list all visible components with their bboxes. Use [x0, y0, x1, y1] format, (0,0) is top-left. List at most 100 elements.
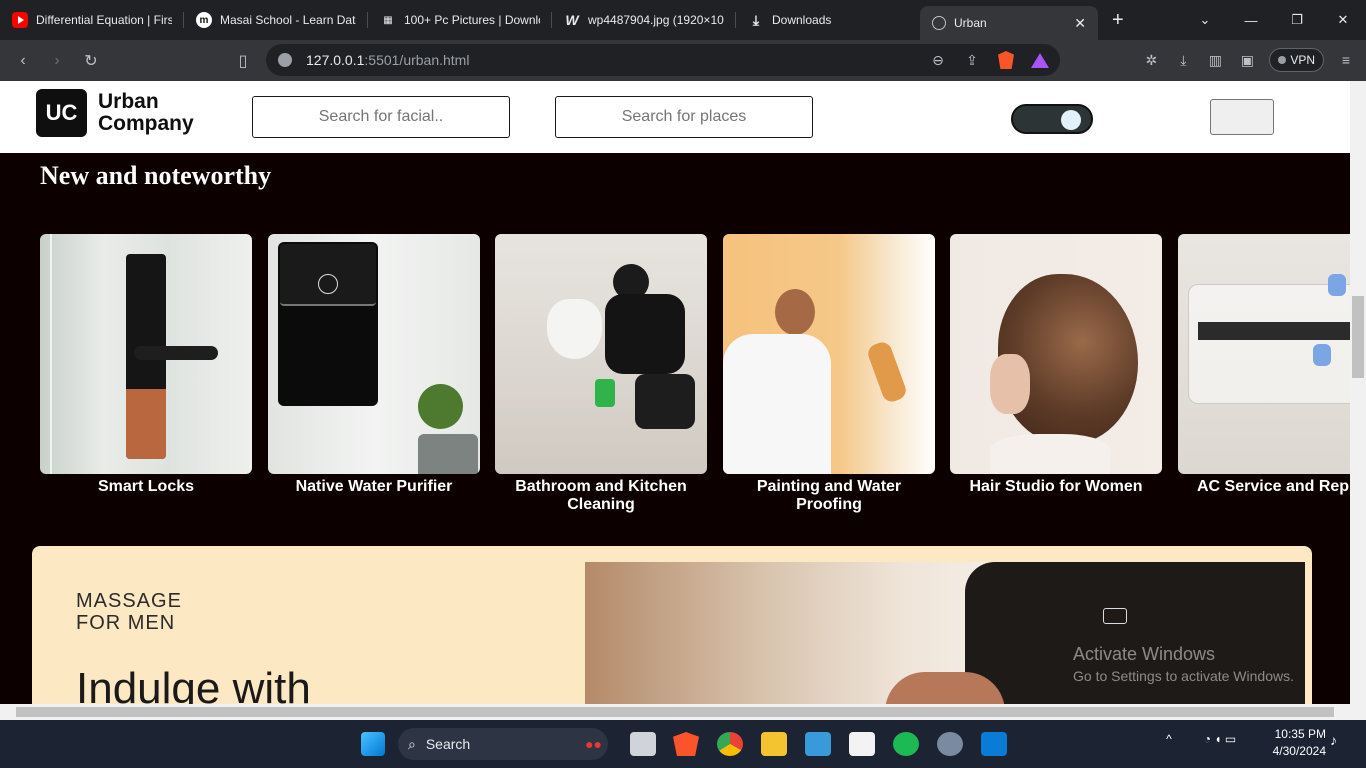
- clock-date: 4/30/2024: [1272, 744, 1326, 758]
- chrome-icon[interactable]: [717, 732, 743, 756]
- uc-logo-text[interactable]: Urban Company: [98, 91, 194, 135]
- tab-title: Differential Equation | First: [36, 13, 172, 27]
- page-viewport: UC Urban Company New and noteworthy Smar…: [0, 81, 1350, 704]
- clock-time: 10:35 PM: [1274, 727, 1326, 741]
- tab-wallpaper-jpg[interactable]: W wp4487904.jpg (1920×108: [552, 0, 736, 40]
- taskbar-search[interactable]: ⌕ Search ●●: [398, 728, 608, 760]
- horizontal-scrollbar[interactable]: [0, 704, 1366, 720]
- minimize-button[interactable]: —: [1228, 0, 1274, 40]
- browser-toolbar: ‹ › ↻ ▯ 127.0.0.1:5501/urban.html ⊖ ⇪ ✲ …: [0, 40, 1366, 81]
- windows-taskbar: ⌕ Search ●● ^ ◔ ◖ ▭ 10:35 PM 4/30/2024 ♪: [0, 720, 1366, 768]
- theme-toggle[interactable]: [1011, 104, 1093, 134]
- restore-button[interactable]: ❐: [1274, 0, 1320, 40]
- spotify-icon[interactable]: [893, 732, 919, 756]
- toggle-knob: [1061, 110, 1081, 130]
- hair-studio-image: [950, 234, 1162, 474]
- downloads-icon[interactable]: ⤓: [1173, 50, 1193, 70]
- strawberry-icon: ●●: [585, 736, 602, 752]
- desktop-icon[interactable]: [805, 732, 831, 756]
- brave-shields-icon[interactable]: [996, 50, 1016, 70]
- card-painting-water-proofing[interactable]: Painting and Water Proofing: [723, 234, 935, 514]
- settings-gear-icon[interactable]: [937, 732, 963, 756]
- url-path: :5501/urban.html: [364, 52, 470, 68]
- pictures-icon: ▦: [383, 14, 393, 26]
- card-label: Hair Studio for Women: [969, 478, 1143, 495]
- uc-logo-mark[interactable]: UC: [36, 89, 87, 137]
- url-host: 127.0.0.1: [306, 52, 365, 68]
- share-icon[interactable]: ⇪: [962, 50, 982, 70]
- site-header: UC Urban Company: [0, 81, 1350, 153]
- logo-line-1: Urban: [98, 90, 159, 113]
- tab-title: Downloads: [772, 13, 832, 27]
- vertical-scroll-thumb[interactable]: [1352, 296, 1364, 378]
- painting-image: [723, 234, 935, 474]
- clock[interactable]: 10:35 PM 4/30/2024: [1273, 726, 1326, 760]
- vpn-button[interactable]: VPN: [1269, 48, 1324, 72]
- smart-lock-image: [40, 234, 252, 474]
- ac-service-image: [1178, 234, 1350, 474]
- place-search-input[interactable]: [555, 96, 813, 138]
- tab-search-chevron-icon[interactable]: ⌄: [1182, 0, 1228, 40]
- water-purifier-image: [268, 234, 480, 474]
- extensions-icon[interactable]: ✲: [1141, 50, 1161, 70]
- watermark-line-2: Go to Settings to activate Windows.: [1073, 668, 1294, 684]
- card-label: Painting and Water Proofing: [756, 478, 902, 513]
- horizontal-scroll-thumb[interactable]: [16, 707, 1334, 717]
- zoom-icon[interactable]: ⊖: [928, 50, 948, 70]
- card-label: Smart Locks: [97, 478, 195, 495]
- new-tab-button[interactable]: +: [1112, 9, 1124, 32]
- globe-icon: [932, 16, 946, 30]
- card-label: Bathroom and Kitchen Cleaning: [515, 478, 687, 513]
- tab-title: 100+ Pc Pictures | Downlo: [404, 13, 540, 27]
- youtube-icon: [12, 12, 28, 28]
- store-icon[interactable]: [849, 732, 875, 756]
- sidebar-icon[interactable]: ▥: [1205, 50, 1225, 70]
- tray-status-icons[interactable]: ◔ ◖ ▭: [1185, 732, 1255, 756]
- tab-title: wp4487904.jpg (1920×108: [588, 13, 724, 27]
- vertical-scrollbar[interactable]: [1350, 81, 1366, 704]
- card-hair-studio-women[interactable]: Hair Studio for Women: [950, 234, 1162, 496]
- search-icon: ⌕: [408, 735, 416, 752]
- kicker-line-1: MASSAGE: [76, 590, 182, 612]
- window-close-button[interactable]: ✕: [1320, 0, 1366, 40]
- card-ac-service[interactable]: AC Service and Rep: [1178, 234, 1350, 496]
- wallet-icon[interactable]: ▣: [1237, 50, 1257, 70]
- back-button[interactable]: ‹: [6, 52, 40, 70]
- section-title: New and noteworthy: [40, 161, 272, 190]
- taskbar-search-label: Search: [425, 736, 471, 752]
- tab-title: Urban: [954, 16, 987, 30]
- address-bar[interactable]: 127.0.0.1:5501/urban.html ⊖ ⇪: [266, 44, 1060, 76]
- card-bathroom-kitchen-cleaning[interactable]: Bathroom and Kitchen Cleaning: [495, 234, 707, 514]
- kicker-line-2: FOR MEN: [76, 612, 176, 634]
- tab-urban[interactable]: Urban ✕: [920, 6, 1098, 40]
- header-button[interactable]: [1210, 99, 1274, 135]
- service-search-input[interactable]: [252, 96, 510, 138]
- vpn-label: VPN: [1290, 53, 1315, 67]
- card-label: Native Water Purifier: [295, 478, 453, 495]
- brave-rewards-icon[interactable]: [1030, 50, 1050, 70]
- forward-button[interactable]: ›: [40, 52, 74, 70]
- chevron-up-icon[interactable]: ^: [1156, 732, 1182, 756]
- brave-taskbar-icon[interactable]: [673, 732, 699, 756]
- tab-pc-pictures[interactable]: ▦ 100+ Pc Pictures | Downlo: [368, 0, 552, 40]
- tab-downloads[interactable]: ⤓ Downloads: [736, 0, 920, 40]
- site-info-icon[interactable]: [278, 53, 292, 67]
- tab-differential-equation[interactable]: Differential Equation | First: [0, 0, 184, 40]
- reload-button[interactable]: ↻: [74, 51, 108, 71]
- banner-headline: Indulge with: [76, 664, 311, 704]
- card-native-water-purifier[interactable]: Native Water Purifier: [268, 234, 480, 496]
- tab-masai-school[interactable]: m Masai School - Learn Data: [184, 0, 368, 40]
- card-smart-locks[interactable]: Smart Locks: [40, 234, 252, 496]
- card-label: AC Service and Rep: [1197, 478, 1350, 495]
- task-view-icon[interactable]: [630, 732, 656, 756]
- close-icon[interactable]: ✕: [1066, 15, 1086, 32]
- bathroom-cleaning-image: [495, 234, 707, 474]
- menu-icon[interactable]: ≡: [1336, 50, 1356, 70]
- masai-icon: m: [196, 12, 212, 28]
- vscode-icon[interactable]: [981, 732, 1007, 756]
- download-icon: ⤓: [752, 11, 760, 28]
- bookmark-icon[interactable]: ▯: [226, 51, 260, 71]
- windows-start-icon[interactable]: [361, 732, 385, 756]
- notification-bell-icon[interactable]: ♪: [1330, 732, 1356, 756]
- file-explorer-icon[interactable]: [761, 732, 787, 756]
